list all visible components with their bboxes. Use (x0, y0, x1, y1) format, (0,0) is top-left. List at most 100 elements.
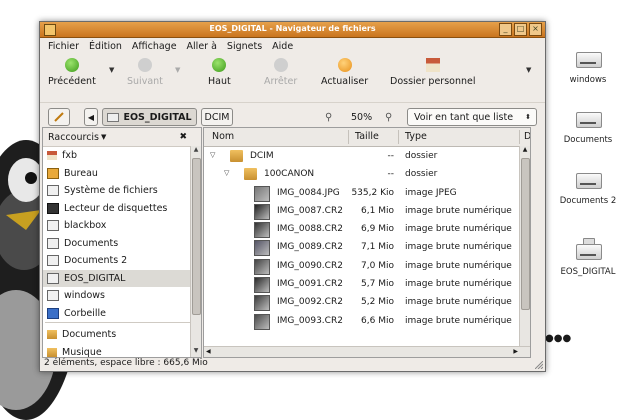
scrollbar-thumb[interactable] (521, 158, 530, 310)
cell-size: 5,2 Mio (361, 297, 394, 308)
folder-icon (244, 168, 257, 181)
back-history-arrow-icon[interactable]: ▼ (109, 66, 114, 74)
table-row[interactable]: IMG_0090.CR2 7,0 Mio image brute numérique… (204, 257, 530, 275)
scroll-right-icon[interactable]: ▶ (513, 348, 518, 355)
view-mode-select[interactable]: Voir en tant que liste ⬍ (407, 108, 537, 126)
scroll-up-icon[interactable]: ▲ (191, 146, 201, 156)
col-name[interactable]: Nom (212, 131, 234, 142)
stop-icon (273, 58, 288, 72)
sidebar-item-label: Corbeille (64, 307, 106, 319)
reload-label: Actualiser (321, 76, 369, 87)
menu-file[interactable]: Fichier (48, 41, 79, 52)
menu-view[interactable]: Affichage (132, 41, 177, 52)
sidebar-item[interactable]: Documents (43, 235, 201, 253)
sidebar-header[interactable]: Raccourcis ▼ ✖ (43, 128, 201, 147)
drive-icon (574, 167, 602, 193)
crumb-back-arrow[interactable]: ◀ (84, 108, 98, 126)
desktop-icon-windows[interactable]: windows (548, 46, 628, 85)
table-row[interactable]: IMG_0087.CR2 6,1 Mio image brute numérique… (204, 202, 530, 220)
sidebar-item[interactable]: fxb (43, 147, 201, 165)
table-row[interactable]: IMG_0092.CR2 5,2 Mio image brute numérique… (204, 293, 530, 312)
sidebar-item[interactable]: Bureau (43, 165, 201, 183)
sidebar-item[interactable]: windows (43, 287, 201, 305)
table-row[interactable]: ▽100CANON--dossierlu (204, 165, 530, 183)
image-thumbnail-icon (254, 185, 270, 202)
drive-icon (47, 185, 59, 197)
up-label: Haut (208, 76, 231, 87)
forward-button[interactable]: Suivant (127, 58, 163, 87)
menu-bookmarks[interactable]: Signets (227, 41, 262, 52)
col-date[interactable]: D (524, 131, 530, 142)
cell-type: image brute numérique (405, 205, 512, 216)
scroll-up-icon[interactable]: ▲ (520, 146, 530, 156)
file-list-hscrollbar[interactable]: ◀ ▶ (204, 346, 530, 357)
desktop-icon-label: Documents (563, 135, 613, 145)
minimize-button[interactable]: _ (499, 23, 512, 36)
table-row[interactable]: IMG_0089.CR2 7,1 Mio image brute numérique… (204, 238, 530, 257)
sidebar-item[interactable]: EOS_DIGITAL (43, 269, 201, 287)
sidebar-scrollbar[interactable]: ▲ ▼ (190, 146, 201, 357)
sidebar-item[interactable]: Musique (43, 344, 201, 357)
menu-edit[interactable]: Édition (89, 41, 122, 52)
crumb-eos-digital[interactable]: EOS_DIGITAL (102, 108, 197, 126)
sidebar-item-label: Lecteur de disquettes (64, 202, 168, 214)
maximize-button[interactable]: □ (514, 23, 527, 36)
table-row[interactable]: ▽DCIM--dossiers (204, 147, 530, 165)
sidebar-item[interactable]: Lecteur de disquettes (43, 200, 201, 218)
sidebar-item[interactable]: Documents 2 (43, 252, 201, 270)
close-sidebar-icon[interactable]: ✖ (179, 132, 187, 142)
pencil-icon (54, 112, 64, 122)
sidebar-item-label: fxb (62, 150, 77, 162)
table-row[interactable]: IMG_0088.CR2 6,9 Mio image brute numérique… (204, 220, 530, 239)
cell-type: image brute numérique (405, 224, 512, 235)
table-row[interactable]: IMG_0093.CR2 6,6 Mio image brute numérique… (204, 312, 530, 330)
stop-button[interactable]: Arrêter (264, 58, 297, 87)
desktop-icon-eos-digital[interactable]: EOS_DIGITAL (548, 238, 628, 277)
table-row[interactable]: IMG_0091.CR2 5,7 Mio image brute numérique… (204, 275, 530, 294)
up-button[interactable]: Haut (208, 58, 231, 87)
desktop-icon-documents-2[interactable]: Documents 2 (548, 167, 628, 206)
zoom-in-icon[interactable]: ⚲ (385, 112, 392, 123)
back-button[interactable]: Précédent (48, 58, 96, 87)
sidebar-item[interactable]: blackbox (43, 217, 201, 235)
expander-icon[interactable]: ▽ (210, 151, 215, 159)
desktop-icon-documents[interactable]: Documents (548, 106, 628, 145)
col-size[interactable]: Taille (355, 131, 379, 142)
cell-size: -- (387, 169, 395, 180)
home-button[interactable]: Dossier personnel (390, 58, 476, 87)
drive-icon (47, 220, 59, 232)
column-header: Nom Taille Type D (204, 128, 530, 147)
crumb-dcim[interactable]: DCIM (201, 108, 233, 126)
toolbar-overflow-arrow-icon[interactable]: ▼ (526, 66, 531, 74)
menu-go[interactable]: Aller à (187, 41, 217, 52)
col-type[interactable]: Type (405, 131, 427, 142)
chevron-updown-icon: ⬍ (525, 113, 531, 121)
menu-bar: Fichier Édition Affichage Aller à Signet… (40, 38, 545, 54)
table-row[interactable]: IMG_0084.JPG535,2 Kioimage JPEGd (204, 184, 530, 202)
sidebar-item[interactable]: Système de fichiers (43, 182, 201, 200)
sidebar-item[interactable]: Corbeille (43, 305, 201, 323)
resize-grip-icon[interactable] (535, 361, 543, 369)
desktop-icon-label: EOS_DIGITAL (560, 267, 616, 277)
sidebar-item[interactable]: Documents (43, 326, 201, 344)
title-bar[interactable]: EOS_DIGITAL - Navigateur de fichiers _ □… (40, 22, 545, 38)
forward-history-arrow-icon[interactable]: ▼ (175, 66, 180, 74)
zoom-out-icon[interactable]: ⚲ (325, 112, 332, 123)
status-bar: 2 éléments, espace libre : 665,6 Mio (44, 358, 208, 368)
cell-name: DCIM (250, 151, 274, 161)
drive-icon (47, 237, 59, 249)
image-thumbnail-icon (254, 277, 270, 294)
file-list-scrollbar[interactable]: ▲ (519, 146, 530, 347)
edit-location-button[interactable] (48, 108, 70, 126)
close-button[interactable]: × (529, 23, 542, 36)
reload-button[interactable]: Actualiser (321, 58, 368, 87)
zoom-level[interactable]: 50% (351, 112, 372, 123)
scroll-down-icon[interactable]: ▼ (191, 347, 201, 357)
scroll-left-icon[interactable]: ◀ (206, 348, 211, 355)
cell-size: 5,7 Mio (361, 279, 394, 290)
expander-icon[interactable]: ▽ (224, 169, 229, 177)
scrollbar-thumb[interactable] (192, 158, 201, 315)
sidebar-item-label: Documents (62, 329, 117, 341)
image-thumbnail-icon (254, 295, 270, 312)
menu-help[interactable]: Aide (272, 41, 293, 52)
